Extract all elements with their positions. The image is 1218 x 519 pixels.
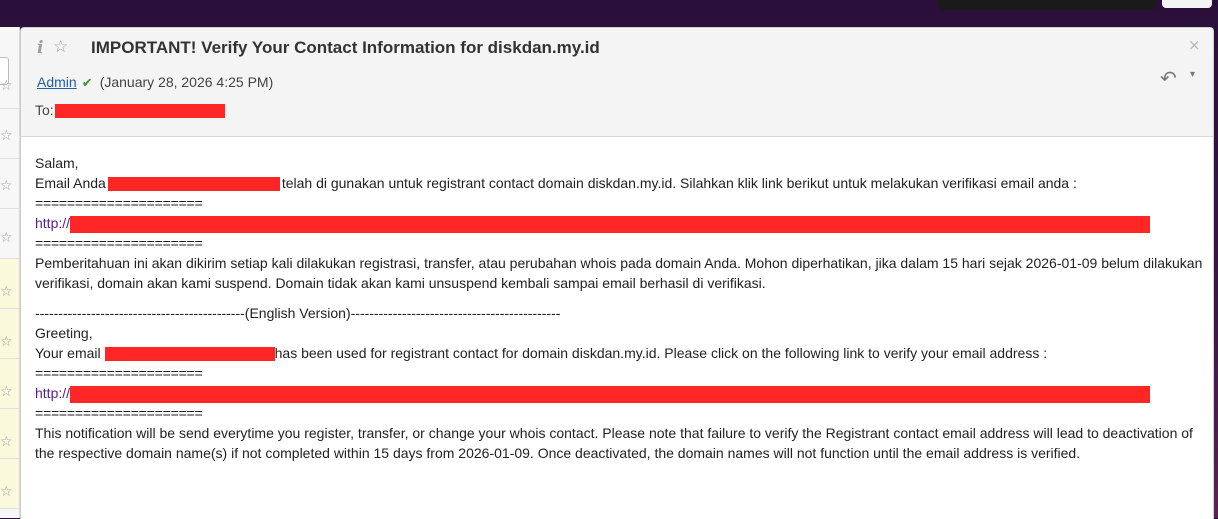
list-item[interactable]: ☆ [0, 259, 19, 309]
redacted-recipient [54, 104, 225, 119]
recipient-line: To: [35, 102, 225, 119]
star-icon[interactable]: ☆ [0, 79, 13, 93]
separator: ===================== [35, 365, 203, 381]
email-notice-id: Email Anda telah di gunakan untuk registr… [35, 173, 1205, 193]
separator: ===================== [35, 195, 203, 211]
email-suffix-id: telah di gunakan untuk registrant contac… [281, 175, 1077, 191]
separator: ===================== [35, 405, 203, 421]
redacted-email [104, 347, 275, 362]
notice-en: This notification will be send everytime… [35, 425, 1193, 461]
greeting-id: Salam, [35, 155, 79, 171]
close-icon[interactable]: × [1188, 36, 1201, 54]
star-icon[interactable]: ☆ [0, 335, 13, 349]
verify-link-prefix[interactable]: http:// [35, 215, 70, 231]
email-prefix-id: Email Anda [35, 175, 106, 191]
list-item[interactable]: ☆ [0, 359, 19, 409]
sender-link[interactable]: Admin [37, 74, 77, 90]
message-panel: i ☆ IMPORTANT! Verify Your Contact Infor… [20, 27, 1214, 519]
star-icon[interactable]: ☆ [53, 37, 68, 57]
top-right-button[interactable] [1162, 0, 1212, 8]
email-prefix-en: Your email [35, 345, 101, 361]
list-item[interactable]: ☆ [0, 159, 19, 209]
message-header: i ☆ IMPORTANT! Verify Your Contact Infor… [21, 28, 1213, 137]
to-label: To: [35, 102, 54, 118]
star-icon[interactable]: ☆ [0, 385, 13, 399]
redacted-link [70, 215, 1151, 233]
chevron-down-icon[interactable]: ▾ [1190, 69, 1195, 80]
verified-check-icon: ✔ [81, 76, 93, 91]
verify-link-en[interactable]: http:// [35, 383, 1205, 403]
english-divider: ----------------------------------------… [35, 305, 561, 321]
sender-line: Admin ✔ (January 28, 2026 4:25 PM) [37, 74, 273, 91]
list-item[interactable]: ☆ [0, 209, 19, 259]
account-badge[interactable] [938, 0, 1156, 10]
star-icon[interactable]: ☆ [0, 179, 13, 193]
star-icon[interactable]: ☆ [0, 485, 13, 499]
greeting-en: Greeting, [35, 325, 93, 341]
redacted-link [70, 385, 1151, 403]
message-list-strip: ☆ ☆ ☆ ☆ ☆ ☆ ☆ ☆ ☆ [0, 27, 20, 518]
info-icon[interactable]: i [37, 38, 43, 58]
list-item[interactable]: ☆ [0, 109, 19, 159]
separator: ===================== [35, 235, 203, 251]
list-item[interactable]: ☆ [0, 59, 19, 109]
message-body: Salam, Email Anda telah di gunakan untuk … [35, 153, 1205, 463]
redacted-email [107, 177, 280, 192]
star-icon[interactable]: ☆ [0, 435, 13, 449]
list-item[interactable]: ☆ [0, 309, 19, 359]
star-icon[interactable]: ☆ [0, 285, 13, 299]
verify-link-prefix[interactable]: http:// [35, 385, 70, 401]
email-notice-en: Your email has been used for registrant c… [35, 343, 1205, 363]
list-item[interactable]: ☆ [0, 459, 19, 509]
verify-link-id[interactable]: http:// [35, 213, 1205, 233]
reply-icon[interactable]: ↶ [1160, 66, 1177, 90]
star-icon[interactable]: ☆ [0, 129, 13, 143]
email-suffix-en: has been used for registrant contact for… [274, 345, 1048, 361]
message-subject: IMPORTANT! Verify Your Contact Informati… [91, 38, 600, 57]
list-item[interactable]: ☆ [0, 409, 19, 459]
star-icon[interactable]: ☆ [0, 231, 13, 245]
notice-id: Pemberitahuan ini akan dikirim setiap ka… [35, 255, 1203, 291]
message-date: (January 28, 2026 4:25 PM) [99, 74, 274, 90]
